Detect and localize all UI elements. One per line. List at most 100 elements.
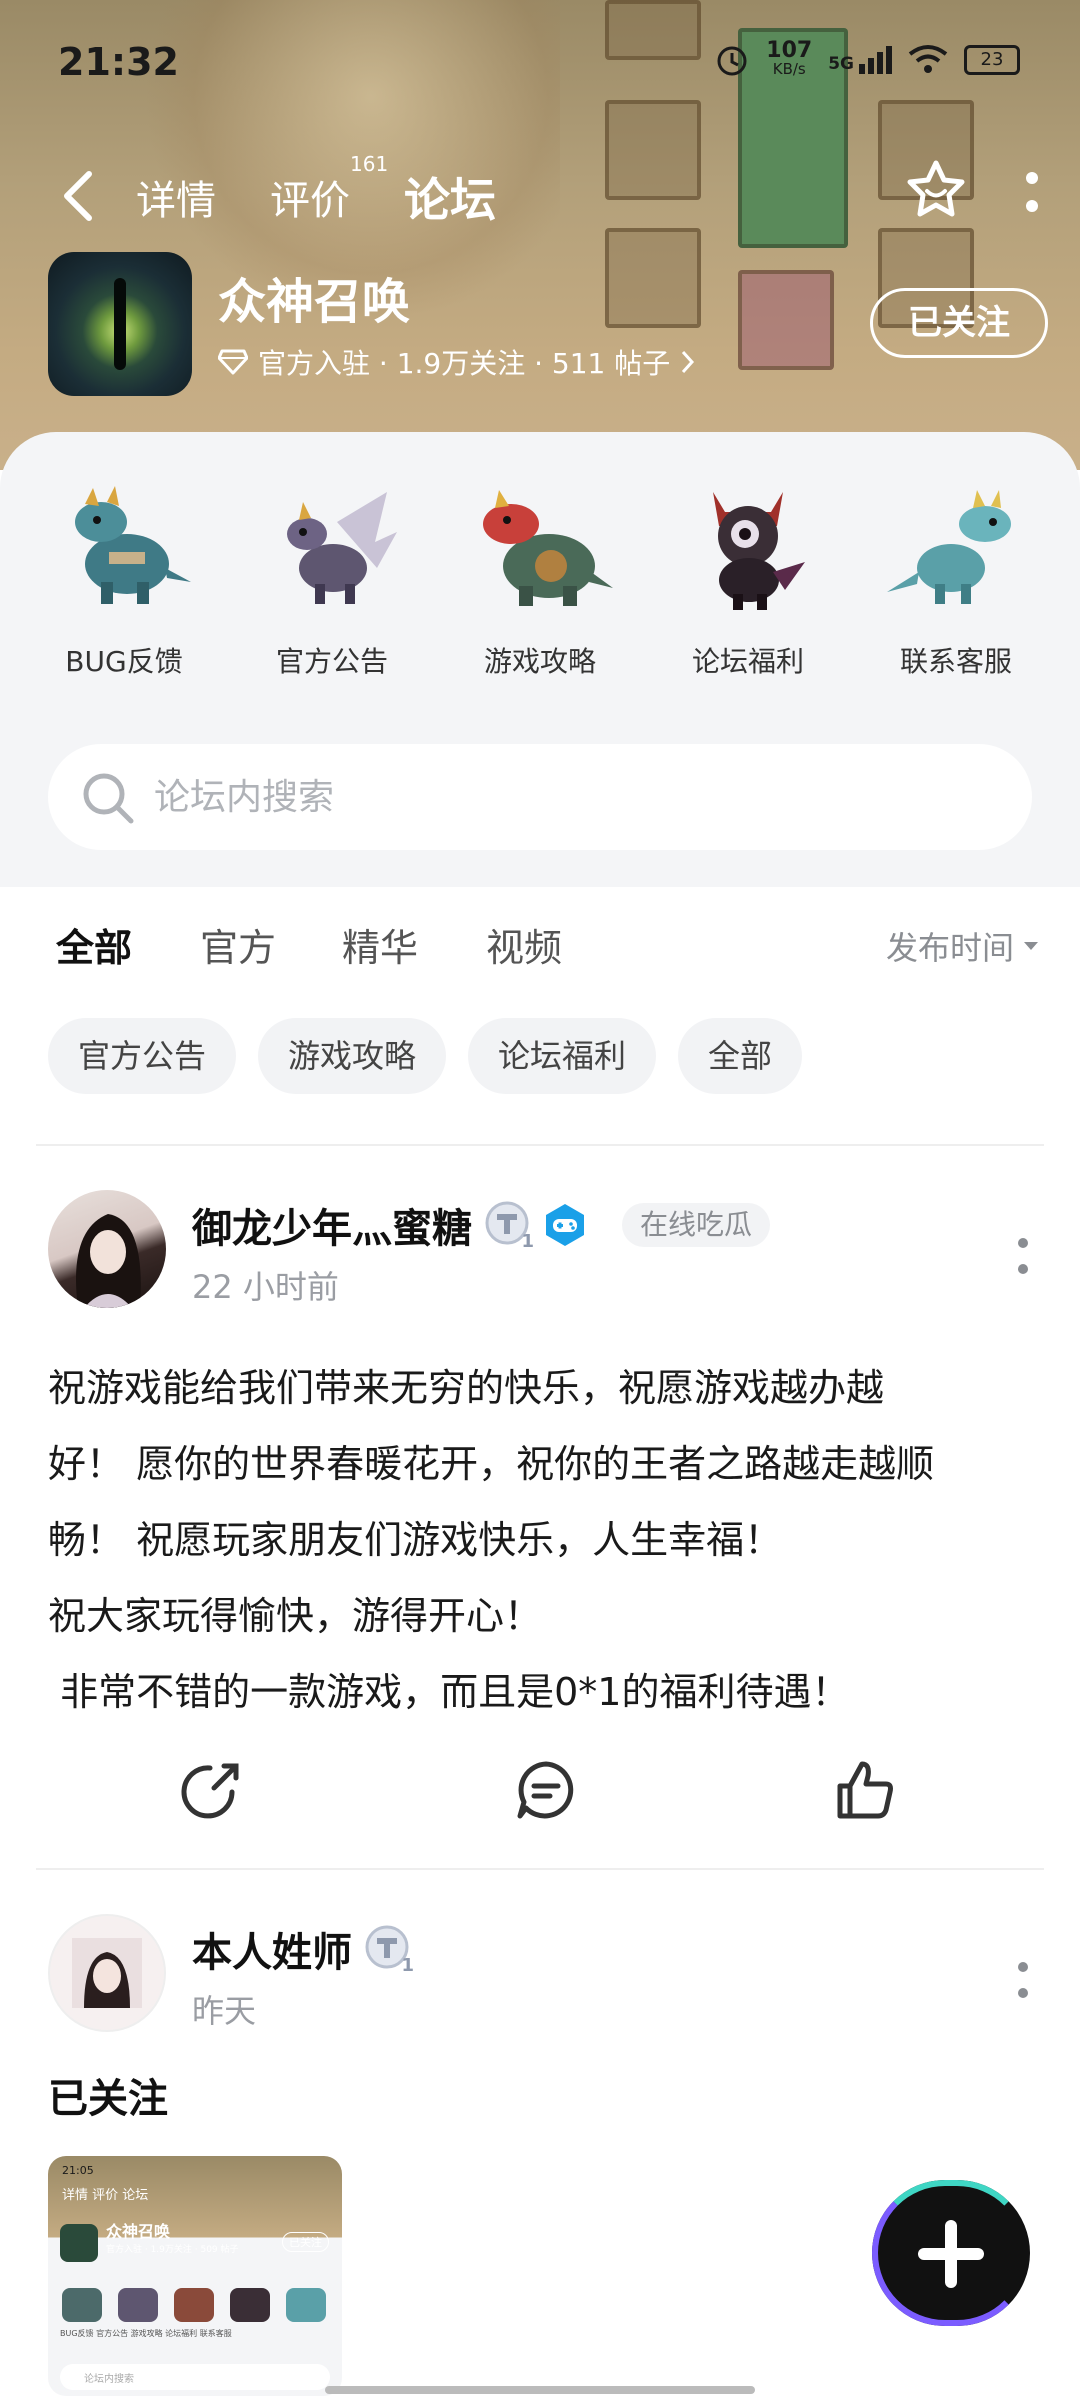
blue-dragon-icon xyxy=(75,486,191,604)
battery-icon: 23 xyxy=(964,45,1020,75)
avatar[interactable] xyxy=(48,1190,166,1308)
thumb-search: 论坛内搜索 xyxy=(60,2364,330,2390)
create-post-button[interactable] xyxy=(872,2180,1030,2326)
divider xyxy=(36,1868,1044,1870)
reviews-count-badge: 161 xyxy=(350,152,389,176)
tab-reviews[interactable]: 评价 xyxy=(270,168,350,226)
status-time: 21:32 xyxy=(58,40,179,84)
thumb-tabs: 详情 评价 论坛 xyxy=(62,2188,149,2203)
like-icon[interactable] xyxy=(834,1758,898,1822)
user-tag: 在线吃瓜 xyxy=(622,1203,771,1247)
category-game-guide[interactable]: 游戏攻略 xyxy=(445,472,635,680)
chevron-right-icon xyxy=(682,350,695,374)
category-label: 游戏攻略 xyxy=(483,645,596,678)
game-title: 众神召唤 xyxy=(218,274,411,330)
game-header: 21:32 107 KB/s 5G 23 详情 评价 161 论坛 众神召唤 官… xyxy=(0,0,1080,470)
thumb-category xyxy=(286,2288,326,2322)
tab-forum[interactable]: 论坛 xyxy=(404,164,496,232)
network-type: 5G xyxy=(828,54,854,74)
forum-panel: BUG反馈 官方公告 游戏攻略 论坛福利 联系客服 论坛内搜索 xyxy=(0,432,1080,887)
post-more-icon[interactable] xyxy=(1016,1960,1030,2000)
post-filter-tabs: 全部 官方 精华 视频 发布时间 xyxy=(0,887,1080,1002)
category-label: BUG反馈 xyxy=(65,645,183,678)
category-forum-welfare[interactable]: 论坛福利 xyxy=(653,472,843,680)
thumb-time: 21:05 xyxy=(62,2164,94,2177)
net-speed-unit: KB/s xyxy=(772,60,806,78)
chip-forum-welfare[interactable]: 论坛福利 xyxy=(468,1018,657,1094)
net-speed-value: 107 xyxy=(766,38,813,63)
thumb-category xyxy=(62,2288,102,2322)
game-app-icon[interactable] xyxy=(48,252,192,396)
post-image-thumbnail[interactable]: 21:05 详情 评价 论坛 众神召唤 官方入驻 · 1.9万关注 · 509 … xyxy=(48,2156,342,2396)
tab-official[interactable]: 官方 xyxy=(200,917,276,972)
red-dragon-icon xyxy=(483,490,613,606)
thumb-search-placeholder: 论坛内搜索 xyxy=(84,2374,134,2385)
level-number: 1 xyxy=(521,1231,534,1252)
game-info-row: 众神召唤 官方入驻 · 1.9万关注 · 511 帖子 已关注 xyxy=(48,252,1048,397)
tab-details[interactable]: 详情 xyxy=(136,168,216,226)
search-icon xyxy=(83,773,134,824)
share-icon[interactable] xyxy=(180,1758,244,1822)
follow-button[interactable]: 已关注 xyxy=(870,288,1048,358)
status-bar: 21:32 107 KB/s 5G 23 xyxy=(0,0,1080,130)
chip-official-notice[interactable]: 官方公告 xyxy=(48,1018,237,1094)
category-official-notice[interactable]: 官方公告 xyxy=(237,472,427,680)
avatar[interactable] xyxy=(48,1914,166,2032)
thumb-category xyxy=(118,2288,158,2322)
diamond-icon xyxy=(218,349,248,375)
category-label: 官方公告 xyxy=(275,645,388,678)
tab-video[interactable]: 视频 xyxy=(486,917,562,972)
status-icons: 107 KB/s 5G 23 xyxy=(714,38,1020,79)
gamepad-badge-icon xyxy=(546,1204,584,1246)
category-label: 联系客服 xyxy=(899,645,1012,678)
category-label: 论坛福利 xyxy=(691,645,804,678)
category-contact-support[interactable]: 联系客服 xyxy=(861,472,1051,680)
back-button[interactable] xyxy=(55,168,105,224)
thumb-game-icon xyxy=(60,2224,98,2262)
thumb-follow: 已关注 xyxy=(282,2232,329,2252)
game-meta[interactable]: 官方入驻 · 1.9万关注 · 511 帖子 xyxy=(218,342,696,382)
wifi-icon xyxy=(908,45,948,73)
category-bug-feedback[interactable]: BUG反馈 xyxy=(29,472,219,680)
comment-icon[interactable] xyxy=(514,1758,578,1822)
sort-dropdown[interactable]: 发布时间 xyxy=(886,923,1040,969)
caret-down-icon xyxy=(1024,942,1038,950)
post-content: 已关注 xyxy=(48,2076,168,2122)
thumb-category-labels: BUG反馈 官方公告 游戏攻略 论坛福利 联系客服 xyxy=(60,2329,232,2338)
post-more-icon[interactable] xyxy=(1016,1236,1030,1276)
thumb-category xyxy=(230,2288,270,2322)
topic-chip-row: 官方公告 游戏攻略 论坛福利 全部 xyxy=(48,1018,803,1094)
post-author-row: 御龙少年灬蜜糖 1 在线吃瓜 xyxy=(192,1196,771,1254)
winged-dragon-icon xyxy=(287,492,397,604)
chip-game-guide[interactable]: 游戏攻略 xyxy=(258,1018,447,1094)
favorite-star-button[interactable] xyxy=(904,158,968,222)
dark-knight-icon xyxy=(713,492,805,610)
tab-featured[interactable]: 精华 xyxy=(342,917,418,972)
game-meta-text: 官方入驻 · 1.9万关注 · 511 帖子 xyxy=(258,347,671,380)
post-time: 22 小时前 xyxy=(192,1268,339,1306)
thumb-category xyxy=(174,2288,214,2322)
post-username[interactable]: 御龙少年灬蜜糖 xyxy=(192,1196,472,1254)
tab-all[interactable]: 全部 xyxy=(56,917,133,978)
top-nav: 详情 评价 161 论坛 xyxy=(0,150,1080,240)
post-username[interactable]: 本人姓师 xyxy=(192,1920,352,1978)
net-speed: 107 KB/s xyxy=(766,38,813,79)
search-input[interactable] xyxy=(154,744,1014,850)
green-dragon-icon xyxy=(887,490,1011,604)
chip-all[interactable]: 全部 xyxy=(678,1018,803,1094)
level-badge: 1 xyxy=(484,1200,534,1252)
post-content: 祝游戏能给我们带来无穷的快乐，祝愿游戏越办越 好！ 愿你的世界春暖花开，祝你的王… xyxy=(48,1366,935,1714)
level-number: 1 xyxy=(401,1955,414,1976)
forum-category-row: BUG反馈 官方公告 游戏攻略 论坛福利 联系客服 xyxy=(0,472,1080,680)
post-author-row: 本人姓师 1 xyxy=(192,1920,414,1978)
home-indicator[interactable] xyxy=(325,2386,755,2394)
post-actions xyxy=(0,1758,1080,1838)
alarm-icon xyxy=(717,46,747,76)
forum-search-bar[interactable] xyxy=(48,744,1032,850)
sort-label: 发布时间 xyxy=(885,929,1014,967)
thumb-title: 众神召唤 xyxy=(106,2222,171,2241)
more-options-icon[interactable] xyxy=(1022,168,1042,218)
divider xyxy=(36,1144,1044,1146)
thumb-meta: 官方入驻 · 1.9万关注 · 509 帖子 xyxy=(106,2245,239,2255)
signal-icon: 5G xyxy=(828,46,892,74)
